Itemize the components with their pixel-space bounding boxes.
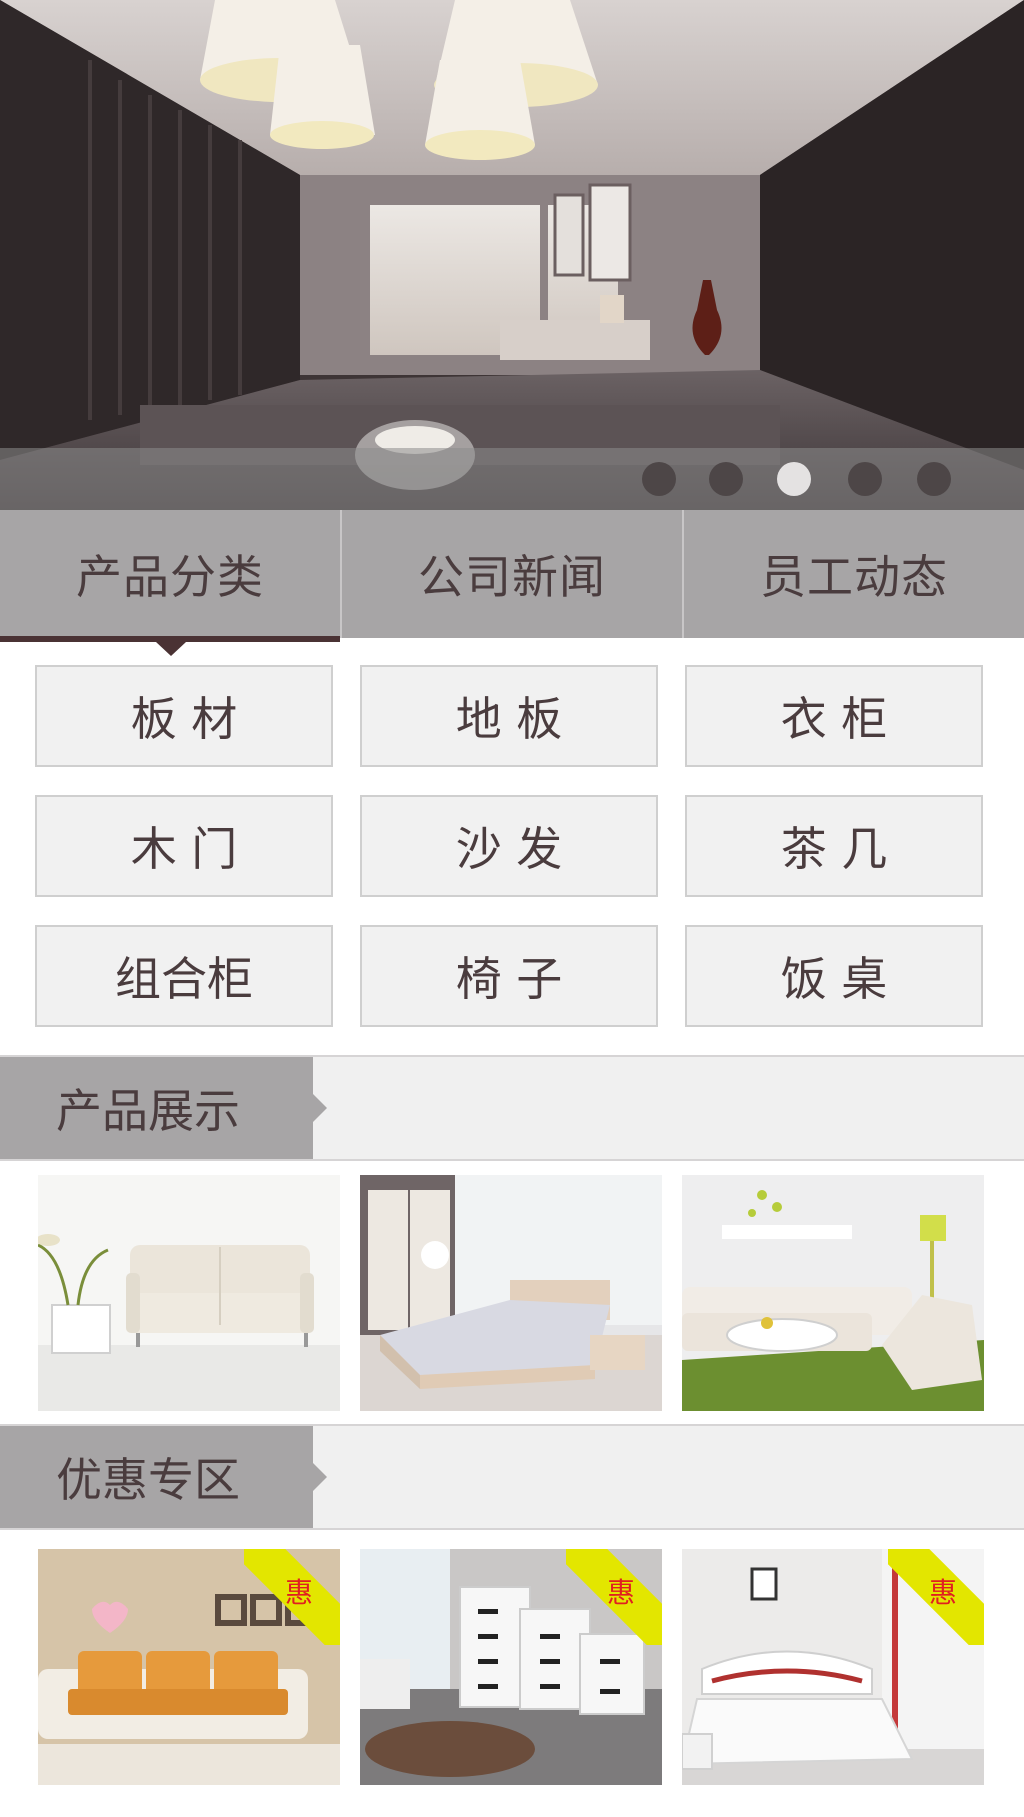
tab-company-news[interactable]: 公司新闻 xyxy=(340,510,682,638)
carousel-dot-4[interactable] xyxy=(848,462,882,496)
section-title-products: 产品展示 xyxy=(0,1057,327,1159)
active-tab-caret-icon xyxy=(156,642,186,656)
discount-badge: 惠 xyxy=(566,1549,662,1645)
deal-thumb-white-cabinet[interactable]: 惠 xyxy=(360,1549,662,1785)
deal-thumb-orange-sofa[interactable]: 惠 xyxy=(38,1549,340,1785)
discount-badge: 惠 xyxy=(888,1549,984,1645)
category-button-wardrobe[interactable]: 衣 柜 xyxy=(685,665,983,767)
living-room-image xyxy=(682,1175,984,1411)
tab-product-categories[interactable]: 产品分类 xyxy=(0,510,340,638)
category-button-flooring[interactable]: 地 板 xyxy=(360,665,658,767)
category-button-boards[interactable]: 板 材 xyxy=(35,665,333,767)
carousel-dot-1[interactable] xyxy=(642,462,676,496)
section-title-deals: 优惠专区 xyxy=(0,1426,327,1528)
hero-banner[interactable] xyxy=(0,0,1024,510)
category-button-dining-table[interactable]: 饭 桌 xyxy=(685,925,983,1027)
discount-badge-label: 惠 xyxy=(606,1575,636,1609)
carousel-dot-3[interactable] xyxy=(777,462,811,496)
product-thumb-living-room[interactable] xyxy=(682,1175,984,1411)
tab-staff-updates[interactable]: 员工动态 xyxy=(682,510,1024,638)
carousel-dot-2[interactable] xyxy=(709,462,743,496)
hero-image xyxy=(0,0,1024,510)
section-header-deals: 优惠专区 xyxy=(0,1424,1024,1530)
discount-badge-label: 惠 xyxy=(928,1575,958,1609)
category-button-sofa[interactable]: 沙 发 xyxy=(360,795,658,897)
product-thumb-bed[interactable] xyxy=(360,1175,662,1411)
product-thumb-sofa[interactable] xyxy=(38,1175,340,1411)
deal-thumb-white-bed[interactable]: 惠 xyxy=(682,1549,984,1785)
category-button-tea-table[interactable]: 茶 几 xyxy=(685,795,983,897)
category-button-chair[interactable]: 椅 子 xyxy=(360,925,658,1027)
section-header-products: 产品展示 xyxy=(0,1055,1024,1161)
category-button-wooden-door[interactable]: 木 门 xyxy=(35,795,333,897)
sofa-image xyxy=(38,1175,340,1411)
carousel-dot-5[interactable] xyxy=(917,462,951,496)
discount-badge: 惠 xyxy=(244,1549,340,1645)
tab-bar: 产品分类 公司新闻 员工动态 xyxy=(0,510,1024,656)
discount-badge-label: 惠 xyxy=(284,1575,314,1609)
bed-image xyxy=(360,1175,662,1411)
category-button-combination-cabinet[interactable]: 组合柜 xyxy=(35,925,333,1027)
